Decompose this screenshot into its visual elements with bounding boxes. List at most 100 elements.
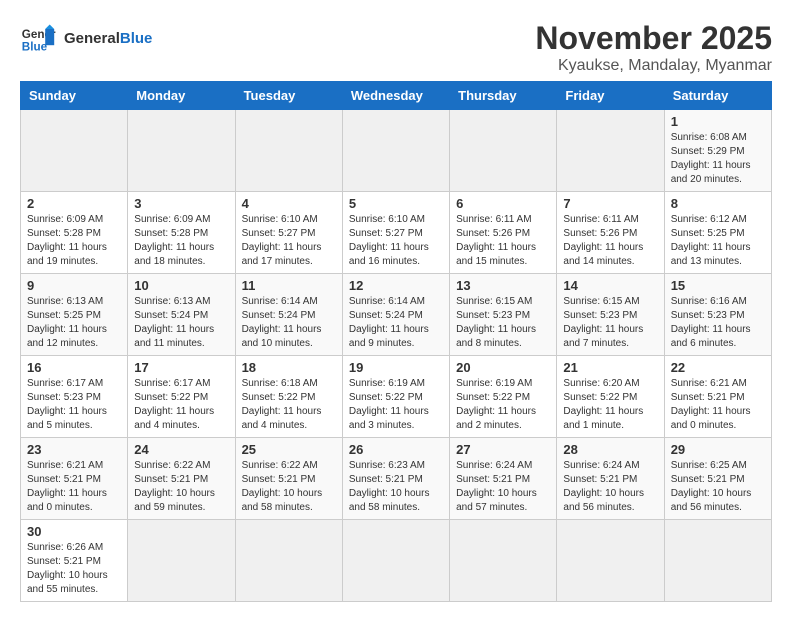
day-number: 12 (349, 278, 443, 293)
calendar-cell: 8Sunrise: 6:12 AM Sunset: 5:25 PM Daylig… (664, 192, 771, 274)
day-number: 6 (456, 196, 550, 211)
day-number: 5 (349, 196, 443, 211)
day-number: 18 (242, 360, 336, 375)
day-number: 19 (349, 360, 443, 375)
calendar-header-row: SundayMondayTuesdayWednesdayThursdayFrid… (21, 82, 772, 110)
day-number: 3 (134, 196, 228, 211)
svg-text:Blue: Blue (22, 41, 48, 54)
day-number: 11 (242, 278, 336, 293)
calendar-cell: 23 Sunrise: 6:21 AM Sunset: 5:21 PM Dayli… (21, 438, 128, 520)
title-block: November 2025 Kyaukse, Mandalay, Myanmar (535, 20, 772, 75)
day-info: Sunrise: 6:15 AM Sunset: 5:23 PM Dayligh… (563, 295, 657, 351)
day-info: Sunrise: 6:09 AM Sunset: 5:28 PM Dayligh… (134, 213, 228, 269)
calendar-cell: 25Sunrise: 6:22 AM Sunset: 5:21 PM Dayli… (235, 438, 342, 520)
calendar-cell (450, 520, 557, 602)
calendar-cell (128, 110, 235, 192)
page-header: General Blue GeneralBlue November 2025 K… (20, 20, 772, 75)
calendar-cell: 13 Sunrise: 6:15 AM Sunset: 5:23 PM Dayli… (450, 274, 557, 356)
day-number: 24 (134, 442, 228, 457)
day-number: 9 (27, 278, 121, 293)
day-number: 4 (242, 196, 336, 211)
day-header-monday: Monday (128, 82, 235, 110)
day-info: Sunrise: 6:19 AM Sunset: 5:22 PM Dayligh… (349, 377, 443, 433)
day-info: Sunrise: 6:14 AM Sunset: 5:24 PM Dayligh… (242, 295, 336, 351)
logo-text: GeneralBlue (64, 30, 152, 47)
day-number: 8 (671, 196, 765, 211)
day-info: Sunrise: 6:10 AM Sunset: 5:27 PM Dayligh… (242, 213, 336, 269)
day-info: Sunrise: 6:10 AM Sunset: 5:27 PM Dayligh… (349, 213, 443, 269)
calendar-cell (128, 520, 235, 602)
calendar-cell (557, 110, 664, 192)
calendar-cell: 12 Sunrise: 6:14 AM Sunset: 5:24 PM Dayli… (342, 274, 449, 356)
day-info: Sunrise: 6:22 AM Sunset: 5:21 PM Dayligh… (134, 459, 228, 515)
day-header-saturday: Saturday (664, 82, 771, 110)
calendar-cell: 21 Sunrise: 6:20 AM Sunset: 5:22 PM Dayli… (557, 356, 664, 438)
calendar-week-row: 2Sunrise: 6:09 AM Sunset: 5:28 PM Daylig… (21, 192, 772, 274)
day-info: Sunrise: 6:24 AM Sunset: 5:21 PM Dayligh… (563, 459, 657, 515)
calendar-cell: 27 Sunrise: 6:24 AM Sunset: 5:21 PM Dayli… (450, 438, 557, 520)
day-number: 7 (563, 196, 657, 211)
calendar-cell: 10 Sunrise: 6:13 AM Sunset: 5:24 PM Dayli… (128, 274, 235, 356)
day-info: Sunrise: 6:19 AM Sunset: 5:22 PM Dayligh… (456, 377, 550, 433)
calendar-cell: 15 Sunrise: 6:16 AM Sunset: 5:23 PM Dayli… (664, 274, 771, 356)
logo: General Blue GeneralBlue (20, 20, 152, 56)
day-info: Sunrise: 6:16 AM Sunset: 5:23 PM Dayligh… (671, 295, 765, 351)
day-info: Sunrise: 6:24 AM Sunset: 5:21 PM Dayligh… (456, 459, 550, 515)
calendar-cell: 19 Sunrise: 6:19 AM Sunset: 5:22 PM Dayli… (342, 356, 449, 438)
calendar-cell: 7Sunrise: 6:11 AM Sunset: 5:26 PM Daylig… (557, 192, 664, 274)
day-header-friday: Friday (557, 82, 664, 110)
day-number: 26 (349, 442, 443, 457)
calendar-cell (342, 110, 449, 192)
day-info: Sunrise: 6:20 AM Sunset: 5:22 PM Dayligh… (563, 377, 657, 433)
calendar-cell (664, 520, 771, 602)
day-info: Sunrise: 6:17 AM Sunset: 5:23 PM Dayligh… (27, 377, 121, 433)
calendar-week-row: 1Sunrise: 6:08 AM Sunset: 5:29 PM Daylig… (21, 110, 772, 192)
day-number: 10 (134, 278, 228, 293)
day-number: 28 (563, 442, 657, 457)
calendar-cell: 4 Sunrise: 6:10 AM Sunset: 5:27 PM Daylig… (235, 192, 342, 274)
day-info: Sunrise: 6:15 AM Sunset: 5:23 PM Dayligh… (456, 295, 550, 351)
day-number: 27 (456, 442, 550, 457)
day-info: Sunrise: 6:21 AM Sunset: 5:21 PM Dayligh… (27, 459, 121, 515)
calendar-table: SundayMondayTuesdayWednesdayThursdayFrid… (20, 81, 772, 602)
day-info: Sunrise: 6:08 AM Sunset: 5:29 PM Dayligh… (671, 131, 765, 187)
calendar-cell: 2Sunrise: 6:09 AM Sunset: 5:28 PM Daylig… (21, 192, 128, 274)
day-info: Sunrise: 6:13 AM Sunset: 5:25 PM Dayligh… (27, 295, 121, 351)
calendar-cell (557, 520, 664, 602)
day-number: 30 (27, 524, 121, 539)
day-info: Sunrise: 6:23 AM Sunset: 5:21 PM Dayligh… (349, 459, 443, 515)
day-number: 23 (27, 442, 121, 457)
day-number: 21 (563, 360, 657, 375)
day-number: 29 (671, 442, 765, 457)
calendar-week-row: 23 Sunrise: 6:21 AM Sunset: 5:21 PM Dayli… (21, 438, 772, 520)
day-info: Sunrise: 6:11 AM Sunset: 5:26 PM Dayligh… (456, 213, 550, 269)
day-header-thursday: Thursday (450, 82, 557, 110)
day-info: Sunrise: 6:13 AM Sunset: 5:24 PM Dayligh… (134, 295, 228, 351)
calendar-cell: 3 Sunrise: 6:09 AM Sunset: 5:28 PM Daylig… (128, 192, 235, 274)
day-header-wednesday: Wednesday (342, 82, 449, 110)
calendar-cell: 18Sunrise: 6:18 AM Sunset: 5:22 PM Dayli… (235, 356, 342, 438)
day-number: 22 (671, 360, 765, 375)
calendar-cell: 1Sunrise: 6:08 AM Sunset: 5:29 PM Daylig… (664, 110, 771, 192)
calendar-cell: 26 Sunrise: 6:23 AM Sunset: 5:21 PM Dayli… (342, 438, 449, 520)
calendar-cell: 9 Sunrise: 6:13 AM Sunset: 5:25 PM Daylig… (21, 274, 128, 356)
calendar-cell: 17Sunrise: 6:17 AM Sunset: 5:22 PM Dayli… (128, 356, 235, 438)
day-header-sunday: Sunday (21, 82, 128, 110)
calendar-cell: 11 Sunrise: 6:14 AM Sunset: 5:24 PM Dayli… (235, 274, 342, 356)
calendar-cell (342, 520, 449, 602)
calendar-cell: 14 Sunrise: 6:15 AM Sunset: 5:23 PM Dayli… (557, 274, 664, 356)
day-info: Sunrise: 6:09 AM Sunset: 5:28 PM Dayligh… (27, 213, 121, 269)
day-number: 14 (563, 278, 657, 293)
calendar-cell (21, 110, 128, 192)
day-info: Sunrise: 6:17 AM Sunset: 5:22 PM Dayligh… (134, 377, 228, 433)
day-number: 13 (456, 278, 550, 293)
day-number: 25 (242, 442, 336, 457)
day-info: Sunrise: 6:14 AM Sunset: 5:24 PM Dayligh… (349, 295, 443, 351)
logo-icon: General Blue (20, 20, 56, 56)
calendar-cell: 16Sunrise: 6:17 AM Sunset: 5:23 PM Dayli… (21, 356, 128, 438)
calendar-cell: 28 Sunrise: 6:24 AM Sunset: 5:21 PM Dayli… (557, 438, 664, 520)
calendar-cell: 5 Sunrise: 6:10 AM Sunset: 5:27 PM Daylig… (342, 192, 449, 274)
day-number: 15 (671, 278, 765, 293)
calendar-subtitle: Kyaukse, Mandalay, Myanmar (535, 57, 772, 75)
calendar-week-row: 9 Sunrise: 6:13 AM Sunset: 5:25 PM Daylig… (21, 274, 772, 356)
